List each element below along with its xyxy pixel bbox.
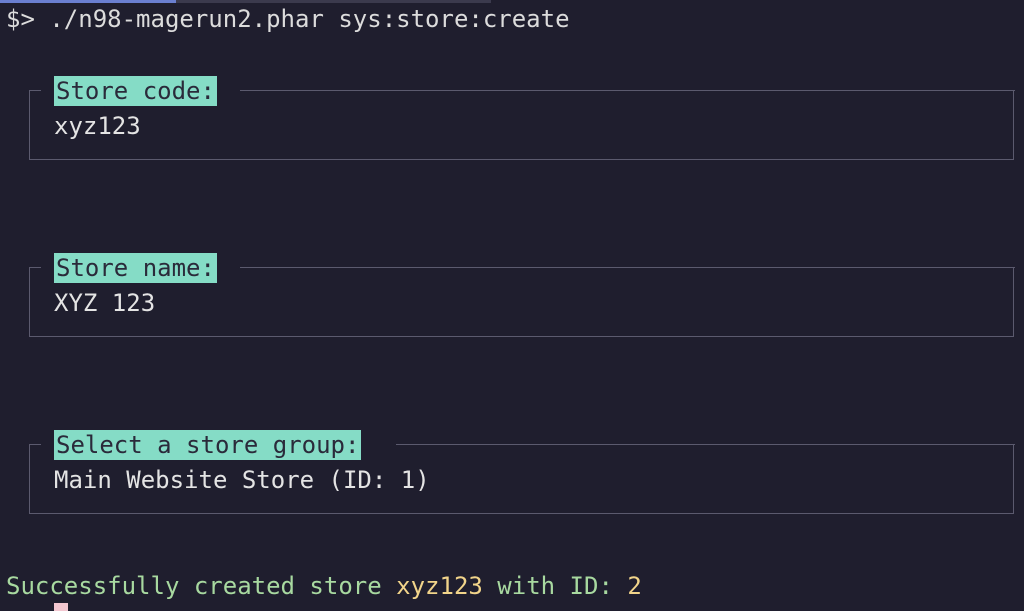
terminal-cursor[interactable] xyxy=(54,603,68,611)
store-name-prompt-box[interactable]: Store name: XYZ 123 xyxy=(28,253,1015,337)
success-middle: with ID: xyxy=(482,572,628,600)
success-store-code: xyz123 xyxy=(396,572,483,600)
store-group-prompt-box[interactable]: Select a store group: Main Website Store… xyxy=(28,430,1015,514)
command-text: ./n98-magerun2.phar sys:store:create xyxy=(49,5,570,33)
store-code-value[interactable]: xyz123 xyxy=(54,114,141,138)
window-top-bar xyxy=(176,0,491,3)
box-top-rule xyxy=(240,90,1015,91)
store-name-label: Store name: xyxy=(54,253,217,283)
command-line: $> ./n98-magerun2.phar sys:store:create xyxy=(6,7,570,31)
success-store-id: 2 xyxy=(627,572,642,600)
store-name-value[interactable]: XYZ 123 xyxy=(54,291,155,315)
store-code-prompt-box[interactable]: Store code: xyz123 xyxy=(28,76,1015,160)
success-prefix: Successfully created store xyxy=(6,572,397,600)
window-top-accent-bar xyxy=(0,0,176,3)
box-top-rule xyxy=(240,267,1015,268)
store-group-label: Select a store group: xyxy=(54,430,362,460)
store-group-value[interactable]: Main Website Store (ID: 1) xyxy=(54,468,430,492)
store-code-label: Store code: xyxy=(54,76,217,106)
prompt-symbol: $> xyxy=(6,5,35,33)
box-top-rule xyxy=(396,444,1015,445)
success-message: Successfully created store xyz123 with I… xyxy=(6,574,642,598)
prompt-caret xyxy=(6,603,14,611)
